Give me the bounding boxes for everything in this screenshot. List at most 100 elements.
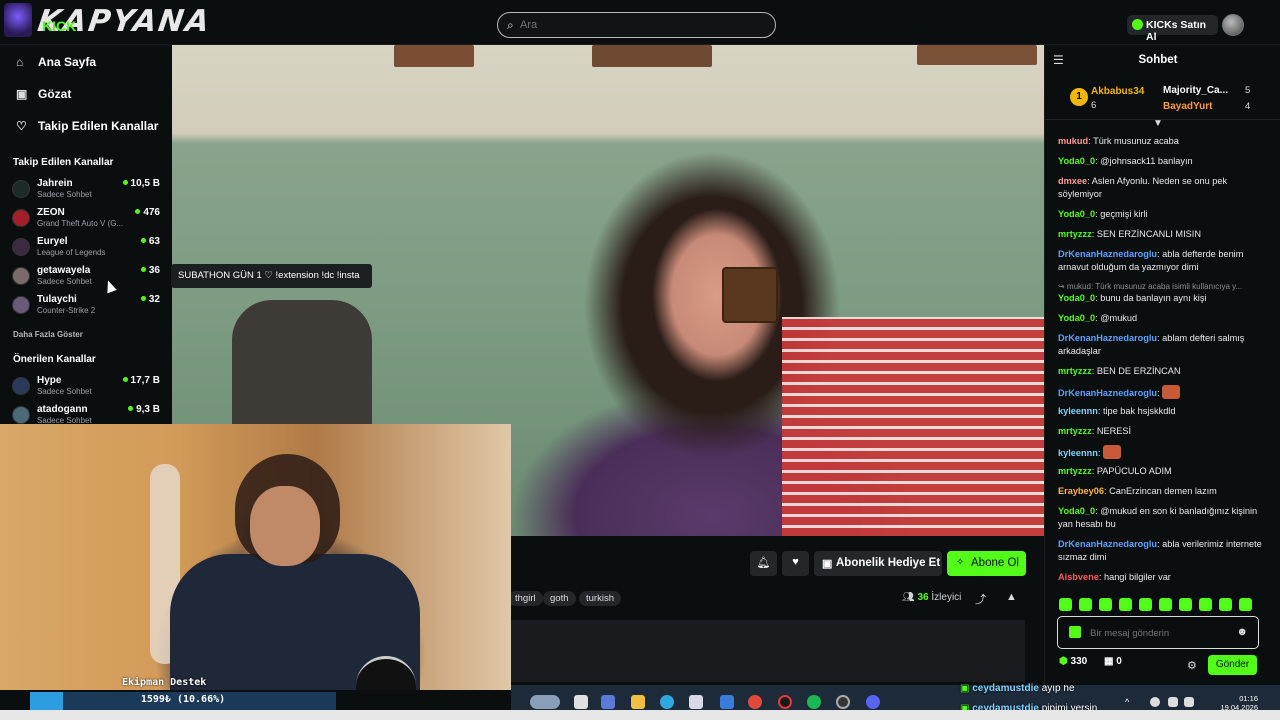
- gift-icon: ▦: [1103, 656, 1114, 667]
- channel-avatar: [12, 209, 30, 227]
- chat-text: Türk musunuz acaba: [1093, 136, 1179, 146]
- volume-icon[interactable]: [1184, 697, 1194, 707]
- search-box[interactable]: ⌕: [497, 12, 776, 38]
- nav-browse[interactable]: ▣ Gözat: [16, 87, 71, 105]
- tray-chevron-icon[interactable]: ^: [1125, 697, 1135, 707]
- chat-username[interactable]: kyleennn: [1058, 448, 1098, 458]
- show-more-link[interactable]: Daha Fazla Göster: [13, 330, 83, 339]
- emote-icon[interactable]: [1139, 598, 1152, 611]
- user-avatar[interactable]: [1222, 14, 1244, 36]
- share-icon[interactable]: ⤴: [975, 591, 986, 607]
- tag-chip[interactable]: thgirl: [508, 591, 543, 606]
- chat-username[interactable]: Yoda0_0: [1058, 209, 1095, 219]
- edge-browser-icon[interactable]: [660, 695, 674, 709]
- send-message-button[interactable]: Gönder: [1208, 655, 1257, 675]
- nav-home[interactable]: ⌂ Ana Sayfa: [16, 55, 96, 73]
- chat-username[interactable]: mrtyzzz: [1058, 466, 1092, 476]
- discord-icon[interactable]: [866, 695, 880, 709]
- chat-settings-gear-icon[interactable]: ⚙: [1187, 659, 1197, 672]
- mail-icon[interactable]: [720, 695, 734, 709]
- chat-text: SEN ERZİNCANLI MISIN: [1096, 229, 1201, 239]
- channel-logo-icon[interactable]: [4, 3, 32, 37]
- facecam-overlay: [0, 424, 511, 690]
- chat-message-input[interactable]: [1090, 626, 1230, 640]
- chat-username[interactable]: dmxee: [1058, 176, 1087, 186]
- tag-chip[interactable]: turkish: [579, 591, 621, 606]
- stream-title-tooltip: SUBATHON GÜN 1 ♡ !extension !dc !insta: [171, 264, 372, 288]
- widgets-icon[interactable]: [530, 695, 560, 709]
- tag-chip[interactable]: goth: [543, 591, 576, 606]
- chat-message: Yoda0_0: @mukud: [1058, 312, 1266, 325]
- chat-username[interactable]: DrKenanHaznedaroglu: [1058, 249, 1157, 259]
- kick-emote-icon[interactable]: [1069, 626, 1081, 638]
- chat-username[interactable]: mrtyzzz: [1058, 426, 1092, 436]
- buy-kicks-button[interactable]: KICKs Satın Al: [1127, 15, 1218, 43]
- emote-icon[interactable]: [1159, 598, 1172, 611]
- report-warning-icon[interactable]: ▲: [1006, 591, 1017, 603]
- gift-sub-button[interactable]: ▣ Abonelik Hediye Et: [814, 551, 942, 576]
- sidebar-channel-zeon[interactable]: ZEON Grand Theft Auto V (G... 476: [12, 207, 162, 235]
- progress-text: 1599₺ (10.66%): [140, 694, 226, 705]
- emote-icon[interactable]: [1119, 598, 1132, 611]
- nav-following-label: Takip Edilen Kanallar: [38, 119, 159, 133]
- chat-username[interactable]: Yoda0_0: [1058, 506, 1095, 516]
- chat-username[interactable]: Aisbvene: [1058, 572, 1099, 582]
- chrome-icon[interactable]: [748, 695, 762, 709]
- sidebar-channel-euryel[interactable]: Euryel League of Legends 63: [12, 236, 162, 264]
- heart-icon: ♥: [792, 556, 799, 568]
- channel-viewers: 10,5 B: [123, 178, 160, 189]
- search-input[interactable]: [520, 17, 760, 33]
- chat-username[interactable]: Yoda0_0: [1058, 156, 1095, 166]
- scroll-down-icon[interactable]: ▼: [1153, 118, 1163, 129]
- gift-sub-label: Abonelik Hediye Et: [836, 557, 941, 569]
- chat-username[interactable]: Yoda0_0: [1058, 293, 1095, 303]
- spotify-icon[interactable]: [807, 695, 821, 709]
- subscribe-label: Abone Ol: [971, 557, 1019, 569]
- emoji-picker-icon[interactable]: ☻: [1236, 626, 1248, 638]
- chat-username[interactable]: mukud: [1058, 136, 1088, 146]
- app-icon[interactable]: [836, 695, 850, 709]
- viewer-label: İzleyici: [931, 592, 962, 603]
- sidebar-channel-tulaychi[interactable]: Tulaychi Counter-Strike 2 32: [12, 294, 162, 322]
- chat-text: hangi bilgiler var: [1103, 572, 1171, 582]
- obs-icon[interactable]: [778, 695, 792, 709]
- emote-icon[interactable]: [1199, 598, 1212, 611]
- network-icon[interactable]: [1168, 697, 1178, 707]
- emote-icon[interactable]: [1239, 598, 1252, 611]
- gift-count[interactable]: 0: [1116, 656, 1122, 667]
- bottom-overlay-strip: [0, 710, 1280, 720]
- chat-username[interactable]: DrKenanHaznedaroglu: [1058, 539, 1157, 549]
- leader-name[interactable]: BayadYurt: [1163, 101, 1212, 112]
- channel-category: Sadece Sohbet: [37, 277, 92, 286]
- app-icon[interactable]: [601, 695, 615, 709]
- sidebar-channel-hype[interactable]: Hype Sadece Sohbet 17,7 B: [12, 375, 162, 403]
- nav-following[interactable]: ♡ Takip Edilen Kanallar: [16, 119, 158, 137]
- emote-icon[interactable]: [1179, 598, 1192, 611]
- emote-icon[interactable]: [1079, 598, 1092, 611]
- emote-icon[interactable]: [1099, 598, 1112, 611]
- chat-input-box[interactable]: ☻: [1057, 616, 1259, 649]
- leader-name[interactable]: Majority_Ca...: [1163, 85, 1228, 96]
- follow-heart-button[interactable]: ♥: [782, 551, 809, 576]
- channel-avatar: [12, 296, 30, 314]
- notification-bell-button[interactable]: 🔔︎: [750, 551, 777, 576]
- chat-username[interactable]: kyleennn: [1058, 406, 1098, 416]
- mic-tray-icon[interactable]: [1150, 697, 1160, 707]
- task-view-icon[interactable]: [574, 695, 588, 709]
- chat-username[interactable]: mrtyzzz: [1058, 366, 1092, 376]
- emote-icon[interactable]: [1219, 598, 1232, 611]
- leader-name[interactable]: Akbabus34: [1091, 86, 1144, 97]
- file-explorer-icon[interactable]: [631, 695, 645, 709]
- store-icon[interactable]: [689, 695, 703, 709]
- chat-username[interactable]: DrKenanHaznedaroglu: [1058, 333, 1157, 343]
- chat-username[interactable]: Yoda0_0: [1058, 313, 1095, 323]
- chat-text: PAPÜCULO ADIM: [1096, 466, 1172, 476]
- emote-icon[interactable]: [1059, 598, 1072, 611]
- sidebar-channel-jahrein[interactable]: Jahrein Sadece Sohbet 10,5 B: [12, 178, 162, 206]
- chat-username[interactable]: Eraybey06: [1058, 486, 1104, 496]
- channel-points[interactable]: 330: [1071, 656, 1088, 667]
- chat-username[interactable]: DrKenanHaznedaroglu: [1058, 388, 1157, 398]
- subscribe-button[interactable]: ✧ Abone Ol: [947, 551, 1026, 576]
- chat-username[interactable]: mrtyzzz: [1058, 229, 1092, 239]
- sidebar-channel-getawayela[interactable]: getawayela Sadece Sohbet 36: [12, 265, 162, 293]
